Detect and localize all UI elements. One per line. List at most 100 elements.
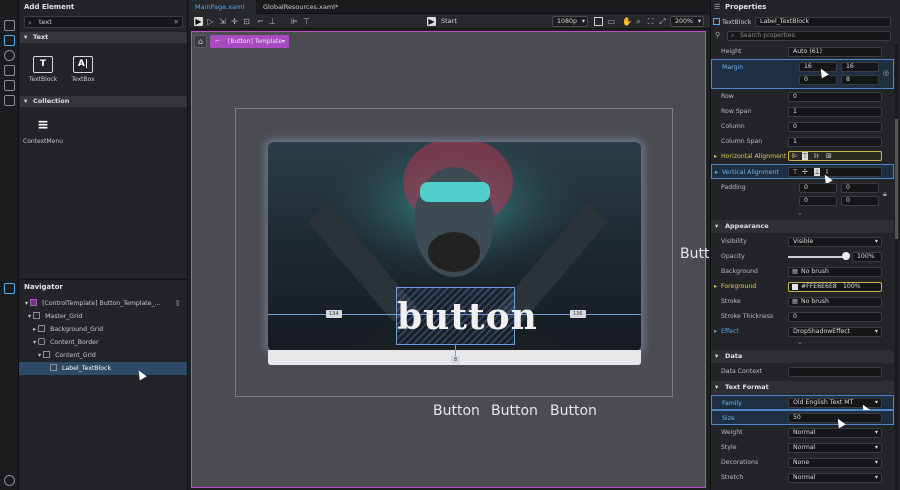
select-tool-icon[interactable]: ▶ (194, 17, 203, 26)
section-appearance[interactable]: ▾ Appearance (711, 220, 894, 233)
distribute-icon[interactable]: ⊤ (302, 17, 311, 26)
filter-icon[interactable]: ⚲ (715, 31, 720, 39)
landscape-icon[interactable]: ▭ (607, 17, 616, 26)
align-center-icon[interactable]: ⊤ (802, 152, 809, 160)
tree-item-content-border[interactable]: ▾ Content_Border (19, 336, 187, 349)
data-context-input[interactable] (788, 367, 882, 377)
anchor-icon[interactable]: ⊥ (268, 17, 277, 26)
padding-bottom-input[interactable]: 0 (841, 196, 879, 206)
side-button-label[interactable]: Butt (680, 246, 709, 262)
element-name-input[interactable]: Label_TextBlock (755, 17, 891, 27)
margin-right-input[interactable]: 0 (799, 75, 837, 85)
align-top-icon[interactable]: ⊤ (792, 168, 798, 176)
tab-globalresources[interactable]: GlobalResources.xaml* ✕ (257, 0, 347, 25)
foreground-brush[interactable]: #FFE6E6E8 100% (788, 282, 882, 292)
resolution-select[interactable]: 1080p ▾ (552, 16, 588, 27)
copy-icon[interactable] (4, 80, 15, 91)
style-select[interactable]: Normal ▾ (788, 443, 882, 453)
sample-button-1[interactable]: Button (433, 403, 480, 419)
media-icon[interactable] (4, 65, 15, 76)
database-icon[interactable] (4, 95, 15, 106)
hand-icon[interactable]: ✋ (622, 17, 632, 26)
tile-textblock[interactable]: T TextBlock (28, 56, 58, 83)
move-tool-icon[interactable]: ✛ (230, 17, 239, 26)
brush-icon[interactable]: ⌐ (256, 17, 265, 26)
sample-button-2[interactable]: Button (491, 403, 538, 419)
padding-left-input[interactable]: 0 (799, 183, 837, 193)
link-icon[interactable]: ◎ (883, 69, 889, 77)
navigator-icon[interactable] (4, 283, 15, 294)
add-element-icon[interactable] (4, 35, 15, 46)
colspan-input[interactable]: 1 (788, 137, 882, 147)
chevron-down-icon[interactable]: ⌄ (797, 209, 803, 217)
section-text-format[interactable]: ▾ Text Format (711, 381, 894, 394)
direct-select-icon[interactable]: ▷ (206, 17, 215, 26)
align-bottom-icon[interactable]: ⊥ (814, 168, 821, 176)
button-label-textblock[interactable]: button (396, 287, 537, 345)
align-middle-icon[interactable]: ✢ (802, 168, 808, 176)
decorations-select[interactable]: None ▾ (788, 458, 882, 468)
effect-select[interactable]: DropShadowEffect ▾ (788, 327, 882, 337)
sample-button-3[interactable]: Button (550, 403, 597, 419)
halign-buttons[interactable]: ⊫ ⊤ ⊪ ⊞ (788, 151, 882, 161)
opacity-slider-thumb[interactable] (842, 252, 850, 260)
tree-item-template[interactable]: ▾ [ControlTemplate] Button_Template_... (19, 297, 187, 310)
start-label[interactable]: Start (441, 17, 457, 25)
play-icon[interactable]: ▶ (427, 17, 436, 26)
properties-scrollbar[interactable] (895, 44, 898, 490)
section-data[interactable]: ▾ Data (711, 350, 894, 363)
fit-icon[interactable]: ⛶ (646, 17, 655, 26)
transform-icon[interactable]: ⊡ (242, 17, 251, 26)
section-collection[interactable]: ▾ Collection (20, 96, 187, 107)
pointer-plus-icon[interactable]: ⇲ (218, 17, 227, 26)
align-right-icon[interactable]: ⊪ (814, 152, 820, 160)
tile-contextmenu[interactable]: ≡ ContextMenu (23, 118, 63, 145)
template-breadcrumb[interactable]: ⌐ [Button] Template ▾ (210, 35, 289, 48)
zoom-select[interactable]: 200% ▾ (670, 16, 704, 27)
clear-icon[interactable]: ✕ (174, 17, 179, 27)
align-stretch-icon[interactable]: ⊞ (826, 152, 832, 160)
device-icon[interactable] (594, 17, 603, 26)
tree-item-master-grid[interactable]: ▾ Master_Grid (19, 310, 187, 323)
property-search-input[interactable]: ⌕ Search properties (727, 31, 891, 41)
column-input[interactable]: 0 (788, 122, 882, 132)
visibility-select[interactable]: Visible ▾ (788, 237, 882, 247)
tile-textbox[interactable]: A| TextBox (68, 56, 98, 83)
navigator-panel: Navigator ⇪ ▾ [ControlTemplate] Button_T… (19, 279, 188, 490)
align-left-icon[interactable]: ⊫ (290, 17, 299, 26)
scrollbar-thumb[interactable] (895, 119, 898, 239)
palette-icon[interactable] (4, 50, 15, 61)
margin-top-input[interactable]: 16 (841, 62, 879, 72)
template-icon (30, 299, 38, 306)
margin-bottom-input[interactable]: 8 (841, 75, 879, 85)
chevron-down-icon: ▾ (715, 383, 719, 391)
stroke-thickness-input[interactable]: 0 (788, 312, 882, 322)
tree-item-label-textblock[interactable]: Label_TextBlock (19, 362, 187, 375)
zoom-icon[interactable]: ⌕ (634, 17, 643, 26)
tree-item-background-grid[interactable]: ▸ Background_Grid (19, 323, 187, 336)
background-brush[interactable]: ▦ No brush (788, 267, 882, 277)
padding-right-input[interactable]: 0 (799, 196, 837, 206)
tree-item-content-grid[interactable]: ▾ Content_Grid (19, 349, 187, 362)
element-search-input[interactable]: ⌕ text ✕ (24, 16, 183, 28)
padding-top-input[interactable]: 0 (841, 183, 879, 193)
tab-mainpage[interactable]: MainPage.xaml ✕ (189, 0, 256, 25)
help-icon[interactable] (4, 475, 15, 486)
stroke-brush[interactable]: ▦ No brush (788, 297, 882, 307)
stretch-select[interactable]: Normal ▾ (788, 473, 882, 483)
section-text[interactable]: ▾ Text (20, 32, 187, 43)
lock-icon[interactable]: 🔒︎ (883, 190, 887, 199)
height-input[interactable]: Auto (61) (788, 47, 882, 57)
opacity-input[interactable]: 100% (852, 252, 882, 262)
layers-icon[interactable] (4, 20, 15, 31)
weight-select[interactable]: Normal ▾ (788, 428, 882, 438)
properties-title: Properties (725, 3, 767, 11)
rowspan-input[interactable]: 1 (788, 107, 882, 117)
align-left-icon[interactable]: ⊫ (792, 152, 798, 160)
actual-size-icon[interactable]: ⤢ (658, 17, 667, 26)
row-input[interactable]: 0 (788, 92, 882, 102)
valign-buttons[interactable]: ⊤ ✢ ⊥ I (788, 167, 882, 177)
opacity-slider-track[interactable] (788, 256, 846, 258)
home-icon[interactable]: ⌂ (194, 35, 207, 48)
chevron-down-icon[interactable]: ⌄ (797, 338, 803, 346)
